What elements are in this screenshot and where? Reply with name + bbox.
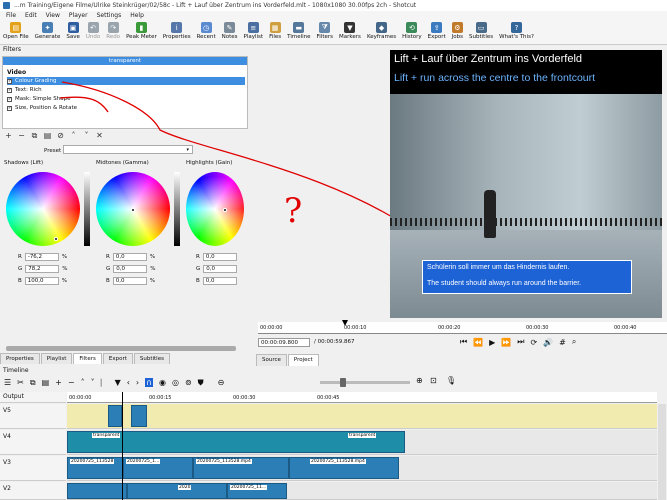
ripple-all-icon[interactable]: ⊚: [185, 378, 192, 387]
player-ruler[interactable]: 00:00:00 00:00:10 00:00:20 00:00:30 00:0…: [258, 322, 667, 334]
skip-next-icon[interactable]: ⏭: [517, 337, 524, 347]
timeline-panel-title: Timeline: [0, 366, 667, 375]
transport-controls: ⏮ ⏪ ▶ ⏩ ⏭ ⟳ 🔊 # ⌕: [460, 337, 576, 347]
video-preview[interactable]: Lift + Lauf über Zentrum ins Vorderfeld …: [390, 50, 662, 318]
annotation-arrow: [59, 96, 109, 113]
track-header-v5: V5: [0, 404, 66, 429]
lift-icon[interactable]: ˄: [81, 378, 85, 387]
paste-icon[interactable]: ▤: [42, 378, 50, 387]
append-icon[interactable]: +: [55, 378, 62, 387]
grid-icon[interactable]: #: [559, 338, 566, 347]
caption-german: Schülerin soll immer um das Hindernis la…: [427, 264, 570, 271]
zoom-out-icon[interactable]: ⊖: [218, 378, 225, 387]
total-duration: / 00:00:59.867: [314, 339, 355, 345]
title-overlay: Lift + Lauf über Zentrum ins Vorderfeld …: [390, 50, 662, 94]
track-header-v2: V2: [0, 482, 66, 500]
zoom-icon[interactable]: ⌕: [572, 337, 576, 347]
snap-icon[interactable]: ∩: [145, 378, 153, 387]
rewind-icon[interactable]: ⏪: [473, 338, 483, 347]
zoom-in-icon[interactable]: ⊕: [416, 376, 423, 385]
timeline-playhead[interactable]: [122, 392, 123, 500]
timeline-clip-transparent[interactable]: transparent transparent: [67, 431, 405, 453]
midtones-wheel-handle[interactable]: [131, 208, 135, 212]
title-english: Lift + run across the centre to the fron…: [394, 72, 596, 84]
preview-net: [390, 218, 662, 226]
tab-project[interactable]: Project: [287, 354, 319, 366]
previous-marker-icon[interactable]: ‹: [127, 378, 130, 387]
ripple-icon[interactable]: ◎: [172, 378, 179, 387]
question-mark: ?: [284, 191, 302, 231]
caption-english: The student should always run around the…: [427, 280, 582, 287]
shadows-wheel-handle[interactable]: [54, 237, 58, 241]
track-v3[interactable]: 20200725_113528 20200725_1... 20200725_1…: [67, 456, 657, 481]
track-v4[interactable]: transparent transparent: [67, 430, 657, 455]
annotation-arrow: [61, 81, 421, 236]
overwrite-icon[interactable]: ˅: [91, 378, 95, 387]
track-v5[interactable]: [67, 404, 657, 429]
play-icon[interactable]: ▶: [489, 338, 495, 347]
timeline-zoom-handle[interactable]: [340, 378, 346, 387]
tab-source[interactable]: Source: [256, 354, 287, 366]
fast-forward-icon[interactable]: ⏩: [501, 338, 511, 347]
source-project-tabs: Source Project: [256, 354, 320, 366]
timeline-clip[interactable]: [67, 483, 127, 499]
menu-icon[interactable]: ☰: [4, 378, 11, 387]
timeline-vertical-scrollbar[interactable]: [658, 404, 666, 500]
track-header-v3: V3: [0, 456, 66, 481]
copy-icon[interactable]: ⧉: [30, 378, 36, 388]
timeline-clip[interactable]: 20200725_11...: [227, 483, 287, 499]
track-v2[interactable]: 2020 20200725_11...: [67, 482, 657, 500]
ripple-delete-icon[interactable]: −: [68, 378, 75, 387]
record-audio-icon[interactable]: 🎙: [446, 376, 456, 385]
caption-overlay: Schülerin soll immer um das Hindernis la…: [422, 260, 632, 294]
timeline-clip[interactable]: 20200725_1...: [123, 457, 193, 479]
timeline-ruler[interactable]: 00:00:00 00:00:15 00:00:30 00:00:45: [67, 392, 657, 403]
timecode-input[interactable]: 00:00:09.800: [258, 338, 310, 347]
output-track-header: Output: [0, 392, 66, 403]
volume-icon[interactable]: 🔊: [543, 338, 553, 347]
loop-icon[interactable]: ⟳: [531, 338, 538, 347]
highlights-wheel-handle[interactable]: [223, 208, 227, 212]
timeline-clip[interactable]: [108, 405, 122, 427]
next-marker-icon[interactable]: ›: [136, 378, 139, 387]
timeline-clip[interactable]: 20200725_113528: [67, 457, 123, 479]
marker-icon[interactable]: ▼: [115, 378, 121, 387]
cut-icon[interactable]: ✂: [17, 378, 24, 387]
split-icon[interactable]: ⎸: [101, 378, 109, 388]
timeline-clip[interactable]: 2020: [127, 483, 227, 499]
timeline-clip[interactable]: 20200725_113528.mp4: [289, 457, 399, 479]
shield-icon[interactable]: ⛊: [198, 378, 204, 388]
preview-player: [484, 190, 496, 238]
scrub-icon[interactable]: ◉: [159, 378, 166, 387]
timeline-clip[interactable]: [131, 405, 147, 427]
zoom-fit-icon[interactable]: ⊡: [430, 376, 437, 385]
skip-previous-icon[interactable]: ⏮: [460, 337, 467, 347]
title-german: Lift + Lauf über Zentrum ins Vorderfeld: [394, 53, 583, 65]
track-header-v4: V4: [0, 430, 66, 455]
timeline-zoom-slider[interactable]: [320, 381, 410, 384]
timeline-clip[interactable]: 20200725_113528.mp4: [193, 457, 289, 479]
player-playhead[interactable]: [342, 320, 348, 326]
